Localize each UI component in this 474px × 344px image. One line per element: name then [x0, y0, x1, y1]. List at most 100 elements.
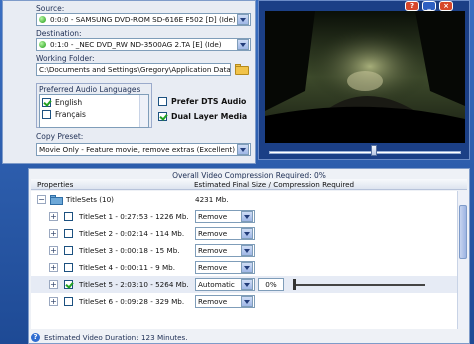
dual-layer-checkbox[interactable]	[158, 112, 167, 121]
drive-status-icon	[39, 41, 46, 48]
chevron-down-icon[interactable]	[241, 228, 253, 239]
collapse-icon[interactable]: −	[37, 195, 46, 204]
titleset-label: TitleSet 2 - 0:02:14 - 114 Mb.	[79, 229, 185, 238]
expand-icon[interactable]: +	[49, 229, 58, 238]
chevron-down-icon[interactable]	[241, 296, 253, 307]
titleset-checkbox[interactable]	[64, 246, 73, 255]
help-button[interactable]: ?	[405, 1, 419, 11]
playback-slider-thumb[interactable]	[370, 145, 377, 156]
titleset-action-value: Remove	[198, 246, 228, 255]
titleset-label: TitleSet 6 - 0:09:28 - 329 Mb.	[79, 297, 185, 306]
column-properties[interactable]: Properties	[37, 180, 73, 189]
titleset-action-select[interactable]: Remove	[195, 261, 255, 274]
destination-label: Destination:	[36, 29, 82, 38]
titleset-action-value: Remove	[198, 297, 228, 306]
expand-icon[interactable]: +	[49, 263, 58, 272]
titlesets-tree[interactable]: − TitleSets (10) 4231 Mb. + TitleSet 1 -…	[31, 191, 457, 329]
working-folder-value: C:\Documents and Settings\Gregory\Applic…	[39, 65, 230, 74]
audio-languages-list[interactable]: English Français	[39, 94, 149, 128]
preview-panel: ? _ ×	[258, 0, 470, 160]
prefer-dts-checkbox[interactable]	[158, 97, 167, 106]
titleset-action-select[interactable]: Remove	[195, 210, 255, 223]
copy-preset-label: Copy Preset:	[36, 132, 84, 141]
chevron-down-icon[interactable]	[237, 144, 249, 155]
table-row[interactable]: + TitleSet 2 - 0:02:14 - 114 Mb. Remove	[31, 225, 457, 242]
settings-panel: Source: 0:0:0 - SAMSUNG DVD-ROM SD-616E …	[2, 0, 256, 164]
titleset-action-select[interactable]: Remove	[195, 295, 255, 308]
status-text: Estimated Video Duration: 123 Minutes.	[44, 332, 188, 342]
dual-layer-option[interactable]: Dual Layer Media	[158, 112, 247, 121]
chevron-down-icon[interactable]	[241, 245, 253, 256]
language-item-english[interactable]: English	[42, 97, 82, 108]
table-row[interactable]: + TitleSet 5 - 2:03:10 - 5264 Mb. Automa…	[31, 276, 457, 293]
chevron-down-icon[interactable]	[241, 211, 253, 222]
prefer-dts-label: Prefer DTS Audio	[171, 97, 247, 106]
language-item-francais[interactable]: Français	[42, 109, 86, 120]
dual-layer-label: Dual Layer Media	[171, 112, 248, 121]
english-checkbox[interactable]	[42, 98, 51, 107]
titleset-label: TitleSet 3 - 0:00:18 - 15 Mb.	[79, 246, 180, 255]
playback-slider-track[interactable]	[269, 151, 461, 154]
close-button[interactable]: ×	[439, 1, 453, 11]
video-preview[interactable]	[265, 11, 465, 143]
titleset-checkbox[interactable]	[64, 280, 73, 289]
copy-preset-select[interactable]: Movie Only - Feature movie, remove extra…	[36, 143, 251, 156]
tree-root-size: 4231 Mb.	[195, 195, 229, 204]
video-frame-image	[265, 11, 465, 143]
minimize-button[interactable]: _	[422, 1, 436, 11]
expand-icon[interactable]: +	[49, 246, 58, 255]
table-row[interactable]: + TitleSet 1 - 0:27:53 - 1226 Mb. Remove	[31, 208, 457, 225]
languages-scrollbar[interactable]	[139, 95, 148, 127]
titleset-checkbox[interactable]	[64, 263, 73, 272]
status-bar: ? Estimated Video Duration: 123 Minutes.	[31, 331, 467, 343]
expand-icon[interactable]: +	[49, 280, 58, 289]
chevron-down-icon[interactable]	[237, 14, 249, 25]
app-window: Source: 0:0:0 - SAMSUNG DVD-ROM SD-616E …	[0, 0, 474, 344]
tree-column-header: Properties Estimated Final Size / Compre…	[31, 179, 467, 190]
titleset-action-select[interactable]: Remove	[195, 227, 255, 240]
compression-slider-track[interactable]	[293, 284, 425, 286]
titleset-action-value: Automatic	[198, 280, 235, 289]
compression-panel: Overall Video Compression Required: 0% P…	[28, 168, 470, 344]
column-estimated-size[interactable]: Estimated Final Size / Compression Requi…	[194, 180, 354, 189]
tree-root-label: TitleSets (10)	[66, 195, 114, 204]
chevron-down-icon[interactable]	[241, 279, 253, 290]
titleset-action-value: Remove	[198, 229, 228, 238]
tree-root-row[interactable]: − TitleSets (10) 4231 Mb.	[31, 191, 457, 208]
working-folder-input[interactable]: C:\Documents and Settings\Gregory\Applic…	[36, 63, 231, 76]
folder-icon	[50, 194, 63, 205]
compression-slider-thumb[interactable]	[293, 279, 296, 290]
table-row[interactable]: + TitleSet 4 - 0:00:11 - 9 Mb. Remove	[31, 259, 457, 276]
titleset-action-select[interactable]: Automatic	[195, 278, 255, 291]
audio-languages-title: Preferred Audio Languages	[39, 85, 141, 94]
titleset-label: TitleSet 5 - 2:03:10 - 5264 Mb.	[79, 280, 189, 289]
tree-scrollbar-thumb[interactable]	[459, 205, 467, 259]
info-icon: ?	[31, 332, 40, 342]
table-row[interactable]: + TitleSet 6 - 0:09:28 - 329 Mb. Remove	[31, 293, 457, 310]
titleset-action-value: Remove	[198, 263, 228, 272]
expand-icon[interactable]: +	[49, 212, 58, 221]
destination-value: 0:1:0 - _NEC DVD_RW ND-3500AG 2.TA [E] (…	[50, 40, 222, 49]
titleset-checkbox[interactable]	[64, 229, 73, 238]
titleset-action-select[interactable]: Remove	[195, 244, 255, 257]
titleset-label: TitleSet 1 - 0:27:53 - 1226 Mb.	[79, 212, 189, 221]
table-row[interactable]: + TitleSet 3 - 0:00:18 - 15 Mb. Remove	[31, 242, 457, 259]
copy-preset-value: Movie Only - Feature movie, remove extra…	[39, 145, 236, 154]
source-select[interactable]: 0:0:0 - SAMSUNG DVD-ROM SD-616E F502 [D]…	[36, 13, 251, 26]
chevron-down-icon[interactable]	[237, 39, 249, 50]
chevron-down-icon[interactable]	[241, 262, 253, 273]
browse-folder-button[interactable]	[234, 63, 250, 76]
francais-checkbox[interactable]	[42, 110, 51, 119]
titleset-label: TitleSet 4 - 0:00:11 - 9 Mb.	[79, 263, 176, 272]
titleset-checkbox[interactable]	[64, 297, 73, 306]
titleset-checkbox[interactable]	[64, 212, 73, 221]
working-folder-label: Working Folder:	[36, 54, 95, 63]
language-label: Français	[55, 110, 86, 119]
tree-scrollbar[interactable]	[457, 191, 468, 329]
expand-icon[interactable]: +	[49, 297, 58, 306]
destination-select[interactable]: 0:1:0 - _NEC DVD_RW ND-3500AG 2.TA [E] (…	[36, 38, 251, 51]
titleset-action-value: Remove	[198, 212, 228, 221]
source-label: Source:	[36, 4, 65, 13]
prefer-dts-option[interactable]: Prefer DTS Audio	[158, 97, 246, 106]
compression-percent-field[interactable]: 0%	[258, 278, 284, 291]
